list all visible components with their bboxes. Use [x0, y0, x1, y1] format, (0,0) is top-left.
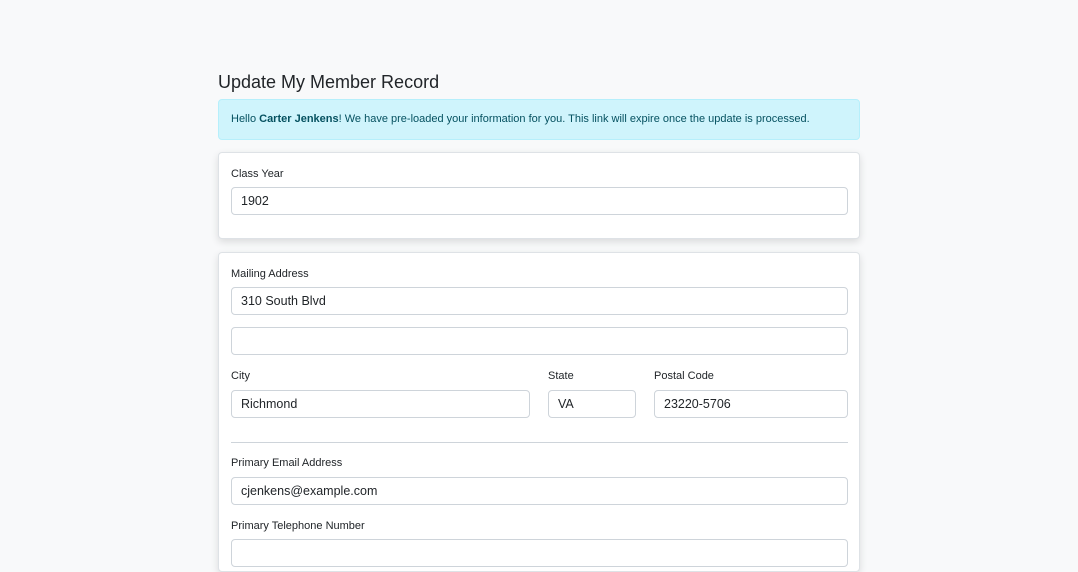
- mailing-address-label: Mailing Address: [231, 268, 309, 280]
- phone-input[interactable]: [231, 539, 848, 567]
- postal-code-label: Postal Code: [654, 370, 714, 382]
- class-year-input[interactable]: [231, 187, 848, 215]
- city-label: City: [231, 370, 250, 382]
- email-input[interactable]: [231, 477, 848, 505]
- address-line1-input[interactable]: [231, 287, 848, 315]
- postal-code-input[interactable]: [654, 390, 848, 418]
- alert-message: ! We have pre-loaded your information fo…: [338, 113, 810, 125]
- state-label: State: [548, 370, 574, 382]
- address-line2-input[interactable]: [231, 327, 848, 355]
- state-input[interactable]: [548, 390, 636, 418]
- class-year-label: Class Year: [231, 168, 284, 180]
- contact-info-card: Mailing Address City State Postal Code P…: [218, 252, 860, 572]
- page-title: Update My Member Record: [218, 72, 440, 92]
- alert-member-name: Carter Jenkens: [259, 113, 339, 125]
- email-label: Primary Email Address: [231, 457, 343, 469]
- class-year-card: Class Year: [218, 152, 860, 239]
- alert-greeting: Hello: [231, 113, 260, 125]
- city-input[interactable]: [231, 390, 530, 418]
- info-alert: Hello Carter Jenkens! We have pre-loaded…: [218, 99, 860, 140]
- section-divider: [231, 442, 848, 443]
- phone-label: Primary Telephone Number: [231, 520, 365, 532]
